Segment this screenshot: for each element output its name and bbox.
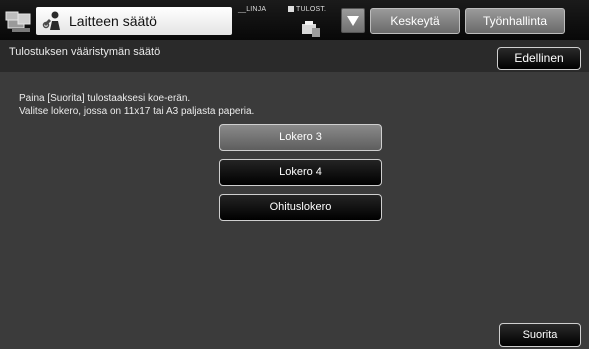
tray-button-ohituslokero[interactable]: Ohituslokero — [219, 194, 382, 221]
dropdown-button[interactable] — [341, 8, 365, 33]
status-tulost-label: TULOST. — [296, 6, 327, 13]
instruction-line-1: Paina [Suorita] tulostaaksesi koe-erän. — [19, 93, 191, 104]
sub-header: Tulostuksen vääristymän säätö Edellinen — [0, 40, 589, 72]
top-bar: Laitteen säätö __LINJA TULOST. Keskeytä … — [0, 0, 589, 40]
wrench-user-icon — [42, 10, 64, 32]
triangle-down-icon — [347, 16, 359, 26]
title-tab: Laitteen säätö — [36, 7, 232, 35]
main-content: Paina [Suorita] tulostaaksesi koe-erän. … — [0, 72, 589, 349]
status-linja: __LINJA — [238, 6, 267, 13]
status-linja-label: LINJA — [246, 6, 267, 13]
printer-status-icon — [300, 20, 322, 38]
back-button[interactable]: Edellinen — [497, 47, 581, 70]
section-title: Tulostuksen vääristymän säätö — [9, 46, 161, 58]
status-indicator-icon — [288, 6, 294, 12]
device-settings-icon — [4, 8, 34, 34]
tray-button-lokero-4[interactable]: Lokero 4 — [219, 159, 382, 186]
tyonhallinta-button[interactable]: Työnhallinta — [465, 8, 565, 34]
page-title: Laitteen säätö — [69, 13, 157, 29]
instruction-line-2: Valitse lokero, jossa on 11x17 tai A3 pa… — [19, 106, 255, 117]
screen: Laitteen säätö __LINJA TULOST. Keskeytä … — [0, 0, 589, 349]
status-tulost: TULOST. — [288, 6, 326, 13]
tray-button-lokero-3[interactable]: Lokero 3 — [219, 124, 382, 151]
keskeyta-button[interactable]: Keskeytä — [370, 8, 460, 34]
execute-button[interactable]: Suorita — [499, 323, 581, 347]
